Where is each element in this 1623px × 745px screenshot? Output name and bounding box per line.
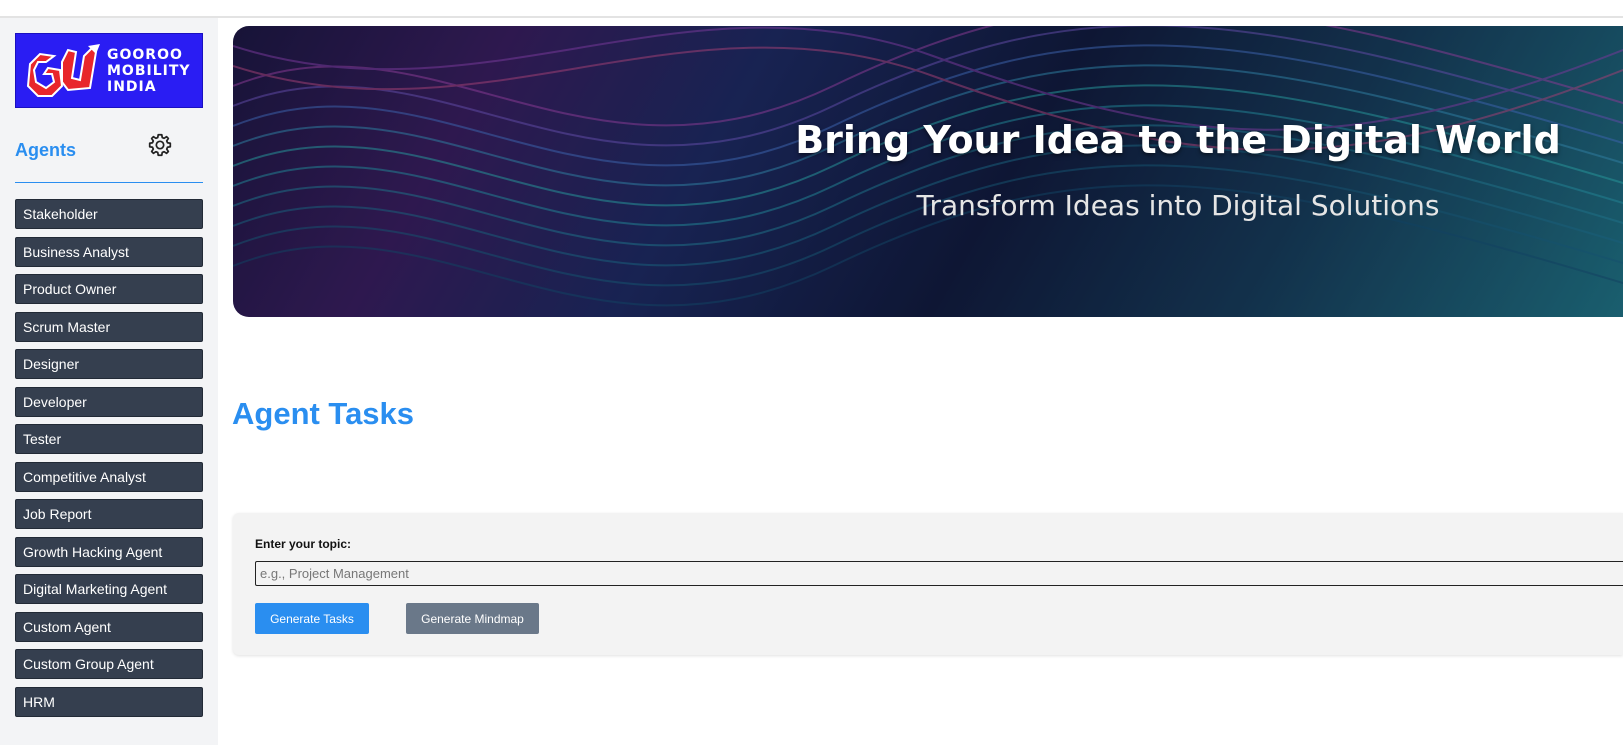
page-title: Agent Tasks [232, 396, 415, 431]
sidebar-item-designer[interactable]: Designer [15, 349, 203, 379]
logo-text-line3: INDIA [107, 79, 157, 95]
agents-heading: Agents [15, 140, 77, 160]
topic-input[interactable] [255, 561, 1623, 586]
sidebar-item-stakeholder[interactable]: Stakeholder [15, 199, 203, 229]
sidebar-item-custom-agent[interactable]: Custom Agent [15, 611, 203, 642]
topic-label: Enter your topic: [255, 537, 352, 551]
sidebar-item-hrm[interactable]: HRM [15, 686, 203, 717]
agent-list: Stakeholder Business Analyst Product Own… [15, 199, 203, 724]
sidebar-item-digital-marketing-agent[interactable]: Digital Marketing Agent [15, 574, 203, 604]
sidebar-item-job-report[interactable]: Job Report [15, 499, 203, 529]
logo-text-line1: GOOROO [107, 47, 183, 63]
sidebar-item-business-analyst[interactable]: Business Analyst [15, 236, 203, 267]
banner-title: Bring Your Idea to the Digital World [795, 118, 1561, 162]
generate-tasks-button[interactable]: Generate Tasks [255, 603, 369, 634]
sidebar-item-scrum-master[interactable]: Scrum Master [15, 311, 203, 342]
sidebar-item-tester[interactable]: Tester [15, 424, 203, 454]
hero-banner: Bring Your Idea to the Digital World Tra… [233, 26, 1623, 317]
logo-text-line2: MOBILITY [107, 63, 191, 79]
logo-mark-icon [26, 44, 100, 97]
sidebar-item-competitive-analyst[interactable]: Competitive Analyst [15, 461, 203, 492]
sidebar-item-growth-hacking-agent[interactable]: Growth Hacking Agent [15, 536, 203, 567]
sidebar-divider [15, 182, 203, 183]
sidebar-item-custom-group-agent[interactable]: Custom Group Agent [15, 649, 203, 679]
logo-text: GOOROO MOBILITY INDIA [107, 47, 191, 95]
browser-top-bar [0, 0, 1623, 18]
gear-icon[interactable] [147, 132, 173, 158]
company-logo[interactable]: GOOROO MOBILITY INDIA [15, 33, 203, 108]
sidebar-item-product-owner[interactable]: Product Owner [15, 274, 203, 304]
generate-mindmap-button[interactable]: Generate Mindmap [406, 603, 539, 634]
sidebar: GOOROO MOBILITY INDIA Agents Stakeholder… [0, 18, 218, 745]
sidebar-item-developer[interactable]: Developer [15, 386, 203, 417]
topic-form-panel: Enter your topic: Generate Tasks Generat… [233, 513, 1623, 655]
banner-subtitle: Transform Ideas into Digital Solutions [916, 189, 1440, 222]
wave-pattern-graphic [233, 26, 1623, 317]
